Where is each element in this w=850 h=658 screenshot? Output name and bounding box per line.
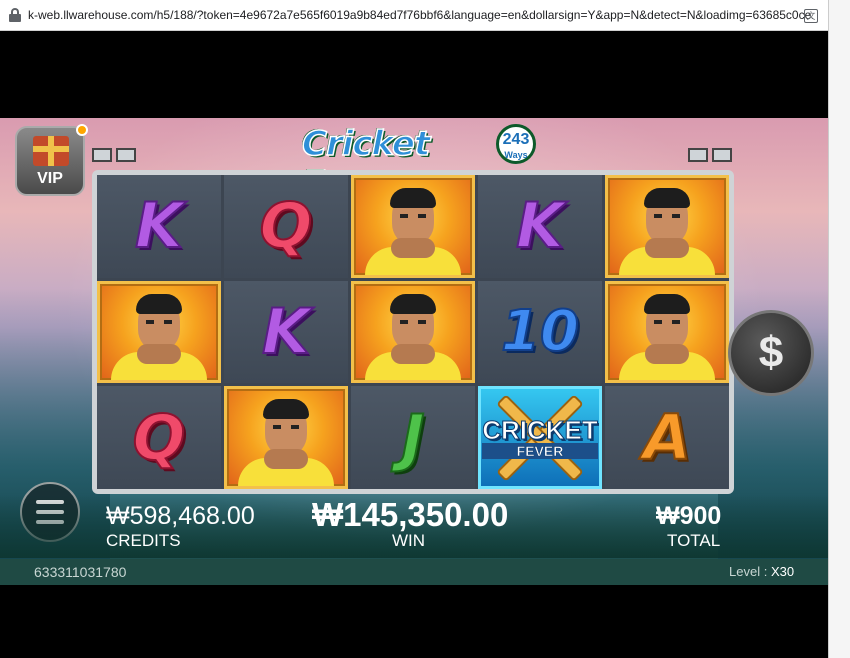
total-bet-label: TOTAL <box>667 531 721 550</box>
symbol-k: K <box>224 280 348 384</box>
ways-number: 243 <box>502 131 530 148</box>
symbol-letter: K <box>515 189 565 263</box>
floodlight-left-icon <box>92 148 140 166</box>
symbol-letter: Q <box>259 189 314 263</box>
symbol-player <box>605 280 729 384</box>
total-bet-value[interactable]: ₩900 <box>656 502 721 531</box>
ways-badge: 243 Ways <box>496 124 536 164</box>
browser-edge <box>828 0 850 658</box>
game-logo: Cricket Fever 243 Ways <box>301 120 538 205</box>
level-label: Level : <box>729 564 768 579</box>
symbol-letter: 10 <box>500 298 580 364</box>
translate-icon[interactable]: 文 <box>804 9 818 23</box>
spin-button[interactable]: $ <box>728 310 814 396</box>
address-bar[interactable]: k-web.llwarehouse.com/h5/188/?token=4e96… <box>0 0 828 31</box>
symbol-q: Q <box>97 386 221 489</box>
win-label: WIN <box>392 531 426 550</box>
symbol-player <box>97 280 221 384</box>
symbol-player <box>605 175 729 278</box>
symbol-letter: Q <box>132 400 187 474</box>
symbol-k: K <box>97 175 221 278</box>
symbol-letter: A <box>642 400 692 474</box>
credits-label: CREDITS <box>106 531 181 550</box>
win-value: ₩145,350.00 <box>312 496 509 533</box>
status-bar: 633311031780 Level : X30 <box>0 559 828 585</box>
symbol-letter: J <box>400 400 425 474</box>
reel-grid: K Q K K 10 Q J CRICKET FEVER A <box>97 175 729 489</box>
symbol-player <box>351 280 475 384</box>
vip-button[interactable]: VIP <box>15 126 85 196</box>
symbol-player <box>351 175 475 278</box>
symbol-wild: CRICKET FEVER <box>478 386 602 489</box>
floodlight-right-icon <box>688 148 736 166</box>
slot-game-area: Cricket Fever 243 Ways VIP KQKK10QJCRICK… <box>0 118 828 585</box>
wild-label-top: CRICKET <box>482 414 599 445</box>
symbol-letter: K <box>261 294 311 368</box>
symbol-letter: K <box>134 189 184 263</box>
level-value: X30 <box>771 564 795 579</box>
wild-label-bottom: FEVER <box>482 442 598 459</box>
symbol-player <box>224 386 348 489</box>
dollar-icon: $ <box>758 328 784 377</box>
lock-icon <box>8 8 22 22</box>
symbol-k: K <box>478 175 602 278</box>
round-id: 633311031780 <box>34 564 127 580</box>
vip-label: VIP <box>37 170 63 187</box>
gift-icon <box>33 136 69 166</box>
credits-value: ₩598,468.00 <box>106 502 255 530</box>
symbol-q: Q <box>224 175 348 278</box>
symbol-a: A <box>605 386 729 489</box>
symbol-10: 10 <box>478 280 602 384</box>
browser-page: k-web.llwarehouse.com/h5/188/?token=4e96… <box>0 0 850 658</box>
notification-dot <box>76 124 88 136</box>
reel-frame: K Q K K 10 Q J CRICKET FEVER A <box>92 170 734 494</box>
url-text[interactable]: k-web.llwarehouse.com/h5/188/?token=4e96… <box>28 8 813 22</box>
ways-label: Ways <box>504 150 528 160</box>
symbol-j: J <box>351 386 475 489</box>
